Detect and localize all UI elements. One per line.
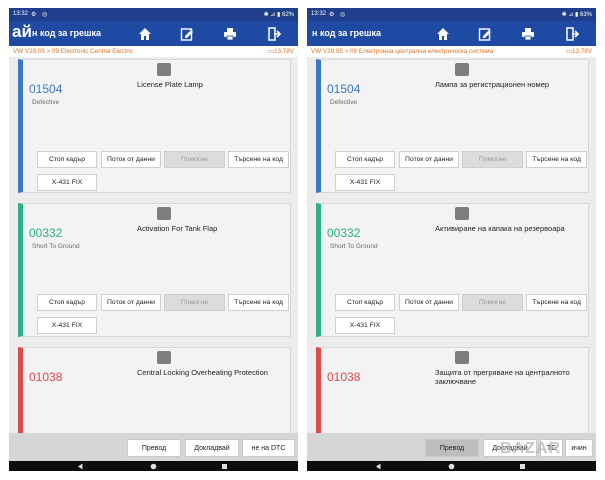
- x431-fix-button[interactable]: X-431 FIX: [37, 317, 97, 334]
- select-checkbox[interactable]: [157, 351, 171, 364]
- dtc-card: 01504 Defective License Plate Lamp Стоп …: [18, 59, 291, 193]
- bottom-toolbar: Превод Докладвай не на DTC: [9, 433, 298, 461]
- notification-icons: ⚙ ◎: [329, 12, 348, 18]
- x431-fix-button[interactable]: X-431 FIX: [37, 174, 97, 191]
- status-bar: 13:32 ⚙ ◎ ✱ ⊿ ▮ 62%: [9, 8, 298, 21]
- android-nav-bar: [9, 461, 298, 471]
- page-title: ай н код за грешка: [12, 22, 102, 41]
- left-screen: 13:32 ⚙ ◎ ✱ ⊿ ▮ 62% ай н код за грешка V…: [9, 8, 298, 471]
- translate-button[interactable]: Превод: [425, 439, 479, 457]
- x431-fix-button[interactable]: X-431 FIX: [335, 174, 395, 191]
- dtc-code: 01038: [29, 370, 63, 384]
- home-circle-icon[interactable]: [150, 463, 157, 470]
- dtc-list[interactable]: 01504 Defective Лампа за регистрационен …: [307, 57, 596, 433]
- dtc-card: 00332 Short To Ground Activation For Tan…: [18, 203, 291, 337]
- status-time: 13:32: [13, 11, 29, 17]
- report-button[interactable]: Докладвай: [185, 439, 239, 457]
- dtc-description: Активиране на капака на резервоара: [435, 224, 565, 233]
- dtc-card: 01038 Central Locking Overheating Protec…: [18, 347, 291, 433]
- dtc-code: 00332: [29, 226, 63, 240]
- page-title: н код за грешка: [312, 28, 382, 38]
- freeze-frame-button[interactable]: Стоп кадър: [37, 294, 97, 311]
- dtc-status: Short To Ground: [32, 243, 80, 250]
- data-stream-button[interactable]: Поток от данни: [399, 294, 459, 311]
- battery-level: ✱ ⊿ ▮ 62%: [263, 12, 294, 18]
- app-header: н код за грешка: [307, 21, 596, 46]
- dtc-button[interactable]: не на DTC: [242, 439, 295, 457]
- breadcrumb: VW V29.05 > 09 Електронна централна елек…: [307, 46, 596, 57]
- android-nav-bar: [307, 461, 596, 471]
- exit-icon[interactable]: [266, 26, 282, 41]
- back-icon[interactable]: [77, 463, 84, 470]
- select-checkbox[interactable]: [455, 351, 469, 364]
- clear-button[interactable]: ичин: [565, 439, 593, 457]
- battery-voltage: ▭13,78V: [268, 48, 294, 55]
- search-code-button[interactable]: Търсене на код: [526, 151, 587, 168]
- select-checkbox[interactable]: [455, 63, 469, 76]
- home-icon[interactable]: [137, 26, 153, 41]
- dtc-status: Defective: [32, 99, 60, 106]
- select-checkbox[interactable]: [455, 207, 469, 220]
- search-code-button[interactable]: Търсене на код: [228, 294, 289, 311]
- help-button: Помогне: [462, 294, 523, 311]
- data-stream-button[interactable]: Поток от данни: [101, 151, 161, 168]
- breadcrumb-path: VW V29.05 > 09 Electronic Central Electr…: [13, 48, 133, 55]
- print-icon[interactable]: [222, 26, 238, 41]
- select-checkbox[interactable]: [157, 63, 171, 76]
- home-icon[interactable]: [435, 26, 451, 41]
- home-circle-icon[interactable]: [448, 463, 455, 470]
- battery-level: ✱ ⊿ ▮ 63%: [561, 12, 592, 18]
- data-stream-button[interactable]: Поток от данни: [101, 294, 161, 311]
- dtc-code: 01504: [29, 82, 63, 96]
- right-screen: 13:32 ⚙ ◎ ✱ ⊿ ▮ 63% н код за грешка VW V…: [307, 8, 596, 471]
- breadcrumb: VW V29.05 > 09 Electronic Central Electr…: [9, 46, 298, 57]
- battery-voltage: ▭13,78V: [566, 48, 592, 55]
- watermark-logo: BAZAR: [500, 440, 561, 457]
- dtc-card: 00332 Short To Ground Активиране на капа…: [316, 203, 589, 337]
- report-edit-icon[interactable]: [477, 26, 493, 41]
- dtc-status: Defective: [330, 99, 358, 106]
- search-code-button[interactable]: Търсене на код: [526, 294, 587, 311]
- help-button: Помогне: [164, 294, 225, 311]
- dtc-card: 01038 Защита от прегряване на централнот…: [316, 347, 589, 433]
- status-bar: 13:32 ⚙ ◎ ✱ ⊿ ▮ 63%: [307, 8, 596, 21]
- dtc-code: 01038: [327, 370, 361, 384]
- report-edit-icon[interactable]: [179, 26, 195, 41]
- recents-icon[interactable]: [519, 463, 526, 470]
- recents-icon[interactable]: [221, 463, 228, 470]
- freeze-frame-button[interactable]: Стоп кадър: [335, 294, 395, 311]
- print-icon[interactable]: [520, 26, 536, 41]
- dtc-description: License Plate Lamp: [137, 80, 203, 89]
- exit-icon[interactable]: [564, 26, 580, 41]
- dtc-description: Central Locking Overheating Protection: [137, 368, 268, 377]
- dtc-list[interactable]: 01504 Defective License Plate Lamp Стоп …: [9, 57, 298, 433]
- back-icon[interactable]: [375, 463, 382, 470]
- data-stream-button[interactable]: Поток от данни: [399, 151, 459, 168]
- breadcrumb-path: VW V29.05 > 09 Електронна централна елек…: [311, 48, 494, 55]
- x431-fix-button[interactable]: X-431 FIX: [335, 317, 395, 334]
- freeze-frame-button[interactable]: Стоп кадър: [335, 151, 395, 168]
- dtc-description: Activation For Tank Flap: [137, 224, 218, 233]
- dtc-code: 00332: [327, 226, 361, 240]
- freeze-frame-button[interactable]: Стоп кадър: [37, 151, 97, 168]
- dtc-code: 01504: [327, 82, 361, 96]
- dtc-card: 01504 Defective Лампа за регистрационен …: [316, 59, 589, 193]
- dtc-description: Лампа за регистрационен номер: [435, 80, 550, 89]
- help-button: Помогне: [164, 151, 225, 168]
- search-code-button[interactable]: Търсене на код: [228, 151, 289, 168]
- app-header: ай н код за грешка: [9, 21, 298, 46]
- notification-icons: ⚙ ◎: [31, 12, 50, 18]
- dtc-status: Short To Ground: [330, 243, 378, 250]
- select-checkbox[interactable]: [157, 207, 171, 220]
- dtc-description: Защита от прегряване на централното закл…: [435, 368, 570, 386]
- translate-button[interactable]: Превод: [127, 439, 181, 457]
- help-button: Помогне: [462, 151, 523, 168]
- status-time: 13:32: [311, 11, 327, 17]
